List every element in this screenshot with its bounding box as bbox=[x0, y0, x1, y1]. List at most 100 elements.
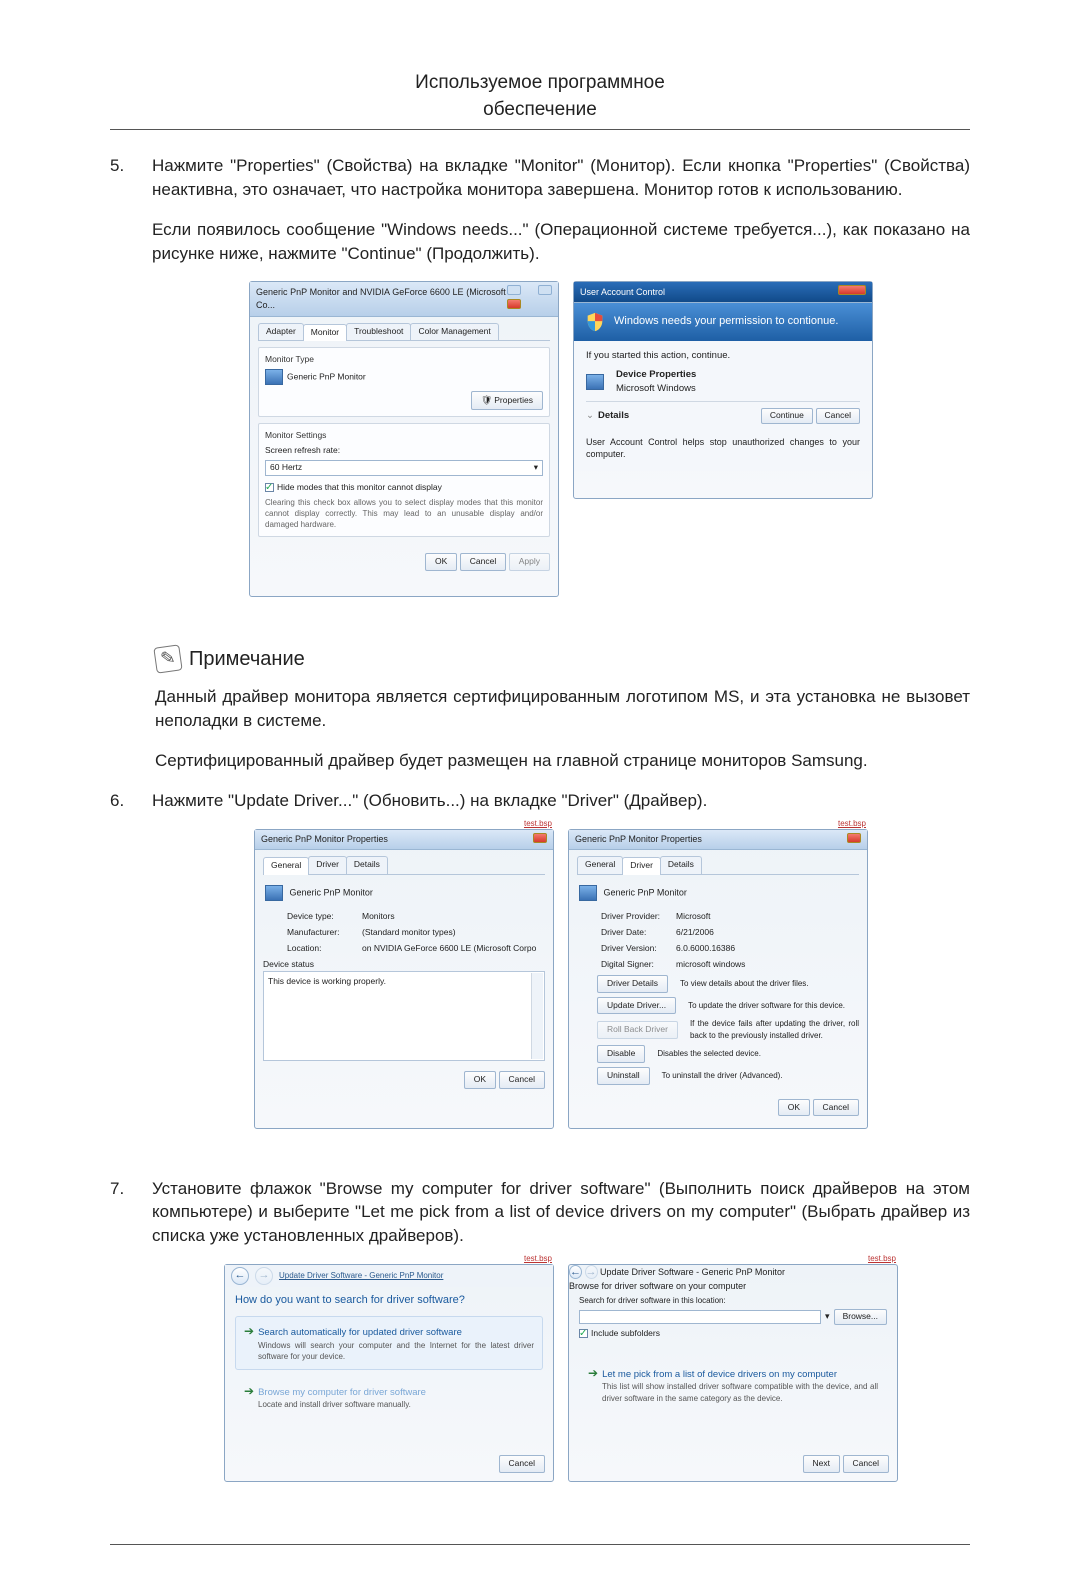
cancel-button[interactable]: Cancel bbox=[816, 408, 860, 424]
note-label: Примечание bbox=[189, 645, 305, 673]
cancel-button[interactable]: Cancel bbox=[843, 1455, 889, 1473]
driver-date-value: 6/21/2006 bbox=[676, 927, 859, 939]
option-search-automatically[interactable]: ➔Search automatically for updated driver… bbox=[235, 1316, 543, 1369]
doc-title-line2: обеспечение bbox=[110, 97, 970, 124]
scrollbar[interactable] bbox=[531, 973, 543, 1059]
monprops-tabs: Adapter Monitor Troubleshoot Color Manag… bbox=[258, 323, 550, 342]
properties-button[interactable]: Properties bbox=[471, 391, 543, 410]
device-type-value: Monitors bbox=[362, 911, 545, 923]
hide-modes-checkbox[interactable] bbox=[265, 483, 274, 492]
next-button[interactable]: Next bbox=[803, 1455, 840, 1473]
location-value: on NVIDIA GeForce 6600 LE (Microsoft Cor… bbox=[362, 943, 545, 955]
tab-general[interactable]: General bbox=[263, 857, 309, 875]
digital-signer-label: Digital Signer: bbox=[601, 959, 676, 971]
close-icon[interactable] bbox=[847, 833, 861, 843]
tab-general[interactable]: General bbox=[577, 856, 623, 874]
monitor-settings-label: Monitor Settings bbox=[265, 430, 543, 442]
opt2-desc: Locate and install driver software manua… bbox=[258, 1399, 534, 1410]
step7-para1: Установите флажок "Browse my computer fo… bbox=[152, 1177, 970, 1248]
hide-modes-note: Clearing this check box allows you to se… bbox=[265, 497, 543, 531]
arrow-icon: ➔ bbox=[244, 1324, 254, 1338]
minimize-icon[interactable] bbox=[507, 285, 521, 295]
annotation-red: test.bsp bbox=[524, 818, 552, 829]
update-driver-button[interactable]: Update Driver... bbox=[597, 997, 676, 1015]
step5-figure-row: Generic PnP Monitor and NVIDIA GeForce 6… bbox=[152, 281, 970, 597]
option-browse-my-computer[interactable]: ➔Browse my computer for driver software … bbox=[235, 1376, 543, 1418]
location-label: Location: bbox=[287, 943, 362, 955]
pnp-general-name: Generic PnP Monitor bbox=[290, 887, 373, 897]
uninstall-button[interactable]: Uninstall bbox=[597, 1067, 650, 1085]
refresh-rate-label: Screen refresh rate: bbox=[265, 445, 543, 457]
roll-back-driver-button[interactable]: Roll Back Driver bbox=[597, 1021, 678, 1039]
driver-date-label: Driver Date: bbox=[601, 927, 676, 939]
back-icon[interactable]: ← bbox=[569, 1265, 582, 1279]
tab-details[interactable]: Details bbox=[346, 856, 388, 874]
arrow-icon: ➔ bbox=[588, 1366, 598, 1380]
step5-para1: Нажмите "Properties" (Свойства) на вклад… bbox=[152, 154, 970, 202]
back-icon[interactable]: ← bbox=[231, 1267, 249, 1285]
driver-provider-label: Driver Provider: bbox=[601, 911, 676, 923]
refresh-rate-select[interactable]: 60 Hertz ▾ bbox=[265, 460, 543, 476]
opt2-title: Browse my computer for driver software bbox=[258, 1387, 426, 1398]
note-icon: ✎ bbox=[153, 645, 182, 674]
monitor-icon bbox=[586, 374, 604, 390]
ok-button[interactable]: OK bbox=[425, 553, 457, 571]
pnp-driver-name: Generic PnP Monitor bbox=[604, 887, 687, 897]
tab-monitor[interactable]: Monitor bbox=[303, 324, 347, 342]
close-icon[interactable] bbox=[838, 285, 866, 295]
step5-para2: Если появилось сообщение "Windows needs.… bbox=[152, 218, 970, 266]
include-subfolders-checkbox[interactable] bbox=[579, 1329, 588, 1338]
wizard-path: Update Driver Software - Generic PnP Mon… bbox=[279, 1270, 443, 1281]
device-status-box: This device is working properly. bbox=[263, 971, 545, 1061]
close-icon[interactable] bbox=[533, 833, 547, 843]
browse-button[interactable]: Browse... bbox=[834, 1309, 887, 1325]
maximize-icon[interactable] bbox=[538, 285, 552, 295]
doc-header: Используемое программное обеспечение bbox=[110, 70, 970, 123]
cancel-button[interactable]: Cancel bbox=[813, 1099, 859, 1117]
include-subfolders-label: Include subfolders bbox=[591, 1328, 660, 1338]
annotation-red: test.bsp bbox=[868, 1253, 896, 1264]
uninstall-desc: To uninstall the driver (Advanced). bbox=[662, 1070, 859, 1081]
apply-button[interactable]: Apply bbox=[509, 553, 550, 571]
monitor-properties-dialog: Generic PnP Monitor and NVIDIA GeForce 6… bbox=[249, 281, 559, 597]
tab-adapter[interactable]: Adapter bbox=[258, 323, 304, 341]
wizard-path: Update Driver Software - Generic PnP Mon… bbox=[600, 1267, 785, 1277]
driver-details-desc: To view details about the driver files. bbox=[680, 978, 859, 989]
uac-dialog: User Account Control Windows needs your … bbox=[573, 281, 873, 499]
uac-footer: User Account Control helps stop unauthor… bbox=[574, 432, 872, 471]
cancel-button[interactable]: Cancel bbox=[499, 1071, 545, 1089]
footer-rule bbox=[110, 1544, 970, 1545]
tab-color-management[interactable]: Color Management bbox=[410, 323, 498, 341]
tab-driver[interactable]: Driver bbox=[622, 857, 661, 875]
disable-button[interactable]: Disable bbox=[597, 1045, 645, 1063]
continue-button[interactable]: Continue bbox=[761, 408, 813, 424]
chevron-down-icon[interactable]: ⌄ bbox=[586, 409, 594, 422]
option-let-me-pick[interactable]: ➔Let me pick from a list of device drive… bbox=[579, 1358, 887, 1411]
refresh-rate-value: 60 Hertz bbox=[270, 462, 302, 474]
tab-details[interactable]: Details bbox=[660, 856, 702, 874]
device-status-text: This device is working properly. bbox=[268, 976, 386, 986]
tab-driver[interactable]: Driver bbox=[308, 856, 347, 874]
opt-let-me-pick-desc: This list will show installed driver sof… bbox=[602, 1381, 878, 1403]
tab-troubleshoot[interactable]: Troubleshoot bbox=[346, 323, 411, 341]
note-para2: Сертифицированный драйвер будет размещен… bbox=[155, 749, 970, 773]
update-driver-desc: To update the driver software for this d… bbox=[688, 1000, 859, 1011]
chevron-down-icon[interactable]: ▾ bbox=[825, 1310, 830, 1323]
cancel-button[interactable]: Cancel bbox=[499, 1455, 545, 1473]
disable-desc: Disables the selected device. bbox=[657, 1048, 859, 1059]
cancel-button[interactable]: Cancel bbox=[460, 553, 506, 571]
step-number-5: 5. bbox=[110, 154, 152, 625]
chevron-down-icon: ▾ bbox=[534, 462, 538, 474]
ok-button[interactable]: OK bbox=[778, 1099, 810, 1117]
step-number-6: 6. bbox=[110, 789, 152, 1157]
uac-details[interactable]: Details bbox=[598, 409, 629, 422]
driver-version-value: 6.0.6000.16386 bbox=[676, 943, 859, 955]
driver-details-button[interactable]: Driver Details bbox=[597, 975, 668, 993]
search-location-input[interactable] bbox=[579, 1310, 821, 1324]
close-icon[interactable] bbox=[507, 299, 521, 309]
monitor-type-group: Monitor Type Generic PnP Monitor Propert… bbox=[258, 347, 550, 417]
monitor-name: Generic PnP Monitor bbox=[287, 372, 366, 382]
pnp-general-title: Generic PnP Monitor Properties bbox=[261, 833, 388, 846]
ok-button[interactable]: OK bbox=[464, 1071, 496, 1089]
monprops-title: Generic PnP Monitor and NVIDIA GeForce 6… bbox=[256, 286, 506, 311]
